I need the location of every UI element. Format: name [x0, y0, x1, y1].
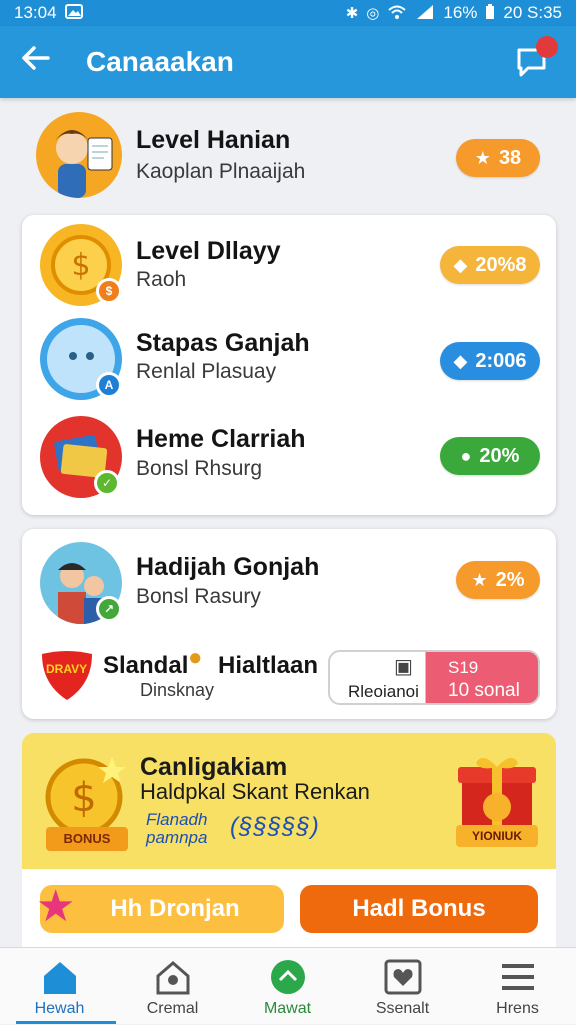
row-title: Hadijah Gonjah	[136, 553, 320, 581]
avatar	[36, 112, 122, 198]
points-pill[interactable]: ★ 38	[456, 139, 540, 177]
signal-icon	[415, 4, 435, 23]
badge-icon: ↗	[96, 596, 122, 622]
check-badge-icon: ✓	[94, 470, 120, 496]
back-button[interactable]	[20, 44, 64, 80]
promo-code: (§§§§§)	[230, 813, 320, 840]
deal-subtitle: Dinsknay	[140, 680, 215, 700]
promo-title: Canligakiam	[140, 753, 288, 781]
coin-bag-icon: $ BONUS	[42, 749, 132, 859]
nav-item-favorites[interactable]: Ssenalt	[345, 948, 460, 1025]
row-title: Level Hanian	[136, 126, 291, 154]
percent-pill[interactable]: ◆ 20%8	[440, 246, 540, 284]
promo-note-line1: Flanadh	[146, 810, 208, 829]
image-notification-icon	[64, 4, 83, 22]
pill-value: 2:006	[475, 349, 527, 372]
nav-label: Mawat	[263, 1000, 312, 1017]
nav-label: Hrens	[496, 1000, 539, 1017]
nav-item-main[interactable]: Mawat	[230, 948, 345, 1025]
gem-icon: ◆	[453, 350, 468, 371]
page-title: Canaaakan	[86, 46, 234, 77]
shield-icon: DRAVY	[38, 648, 96, 702]
promo-banner[interactable]: $ BONUS Canligakiam Haldpkal Skant Renka…	[22, 733, 556, 869]
row-subtitle: Bonsl Rasury	[136, 585, 261, 608]
nav-label: Cremal	[146, 1000, 199, 1017]
row-subtitle: Kaoplan Plnaaijah	[136, 160, 306, 183]
svg-text:$: $	[71, 775, 96, 821]
notification-dot	[536, 36, 558, 58]
status-time: 13:04	[14, 3, 57, 22]
row-title: Heme Clarriah	[136, 425, 306, 453]
pill-value: 2%	[495, 568, 525, 591]
promo-note: Flanadh pamnpa	[146, 811, 207, 847]
row-subtitle: Bonsl Rhsurg	[136, 457, 263, 480]
menu-icon	[502, 964, 534, 990]
wifi-icon	[387, 4, 407, 23]
coin-badge-icon: $	[96, 278, 122, 304]
app-bar: Canaaakan	[0, 26, 576, 98]
gift-label: YIONIUK	[456, 825, 538, 847]
bluetooth-icon: ✱	[345, 4, 359, 22]
pill-value: 38	[498, 146, 522, 169]
percent-pill[interactable]: ◆ 2:006	[440, 342, 540, 380]
offer-detail: 10 sonal	[448, 680, 520, 701]
status-bar: 13:04 ✱ ◎ 16% 20 S:35	[0, 0, 576, 26]
chat-button[interactable]	[516, 36, 558, 78]
deal-title-2: Hialtlaan	[218, 652, 319, 679]
star-icon: ★	[36, 882, 76, 931]
star-icon: ★	[474, 147, 491, 168]
percent-pill[interactable]: ● 20%	[440, 437, 540, 475]
pill-value: 20%8	[475, 253, 527, 276]
svg-text:$: $	[71, 248, 90, 283]
arrow-left-icon	[22, 46, 50, 70]
promo-subtitle: Haldpkal Skant Renkan	[140, 779, 370, 804]
percent-pill[interactable]: ★ 2%	[456, 561, 540, 599]
row-subtitle: Raoh	[136, 268, 187, 291]
offer-label: Rleoianoi	[348, 682, 419, 701]
row-subtitle: Renlal Plasuay	[136, 360, 277, 383]
house-icon	[156, 961, 190, 995]
offer-card[interactable]: Rleoianoi ▣ S19 10 sonal	[328, 650, 540, 705]
nav-item-menu[interactable]: Hrens	[460, 948, 575, 1025]
shield-label: DRAVY	[46, 662, 88, 676]
bottom-nav: Hewah Cremal Mawat Ssenalt Hrens	[0, 947, 576, 1024]
row-title: Stapas Ganjah	[136, 329, 310, 357]
battery-percent: 16%	[443, 3, 478, 22]
pill-value: 20%	[479, 444, 520, 467]
deal-title: Slandal	[103, 652, 189, 679]
gift-icon: YIONIUK	[452, 745, 542, 855]
a-badge-icon: A	[96, 372, 122, 398]
left-cta-label: Hh Dronjan	[110, 895, 240, 922]
row-title: Level Dllayy	[136, 237, 281, 265]
gem-icon: ◆	[453, 254, 468, 275]
status-right-time: 20 S:35	[503, 3, 562, 22]
bag-icon: ●	[188, 644, 203, 671]
nav-label: Ssenalt	[375, 1000, 430, 1017]
offer-price: S19	[448, 658, 479, 677]
nav-label: Hewah	[34, 1000, 85, 1017]
left-cta-button[interactable]: ★ Hh Dronjan	[36, 882, 284, 933]
heart-icon	[384, 959, 422, 995]
nav-item-home[interactable]: Hewah	[2, 948, 117, 1025]
promo-note-line2: pamnpa	[146, 828, 208, 847]
location-icon: ◎	[366, 4, 380, 22]
battery-icon	[485, 3, 495, 23]
camera-icon: ▣	[394, 656, 413, 678]
share-icon	[271, 960, 305, 994]
bonus-button-label: Hadl Bonus	[352, 895, 486, 922]
star-icon: ★	[471, 569, 488, 590]
home-icon	[44, 962, 76, 994]
circle-icon: ●	[460, 445, 472, 466]
nav-item-general[interactable]: Cremal	[115, 948, 230, 1025]
coin-label: BONUS	[46, 827, 128, 851]
bonus-button[interactable]: Hadl Bonus	[300, 885, 538, 933]
